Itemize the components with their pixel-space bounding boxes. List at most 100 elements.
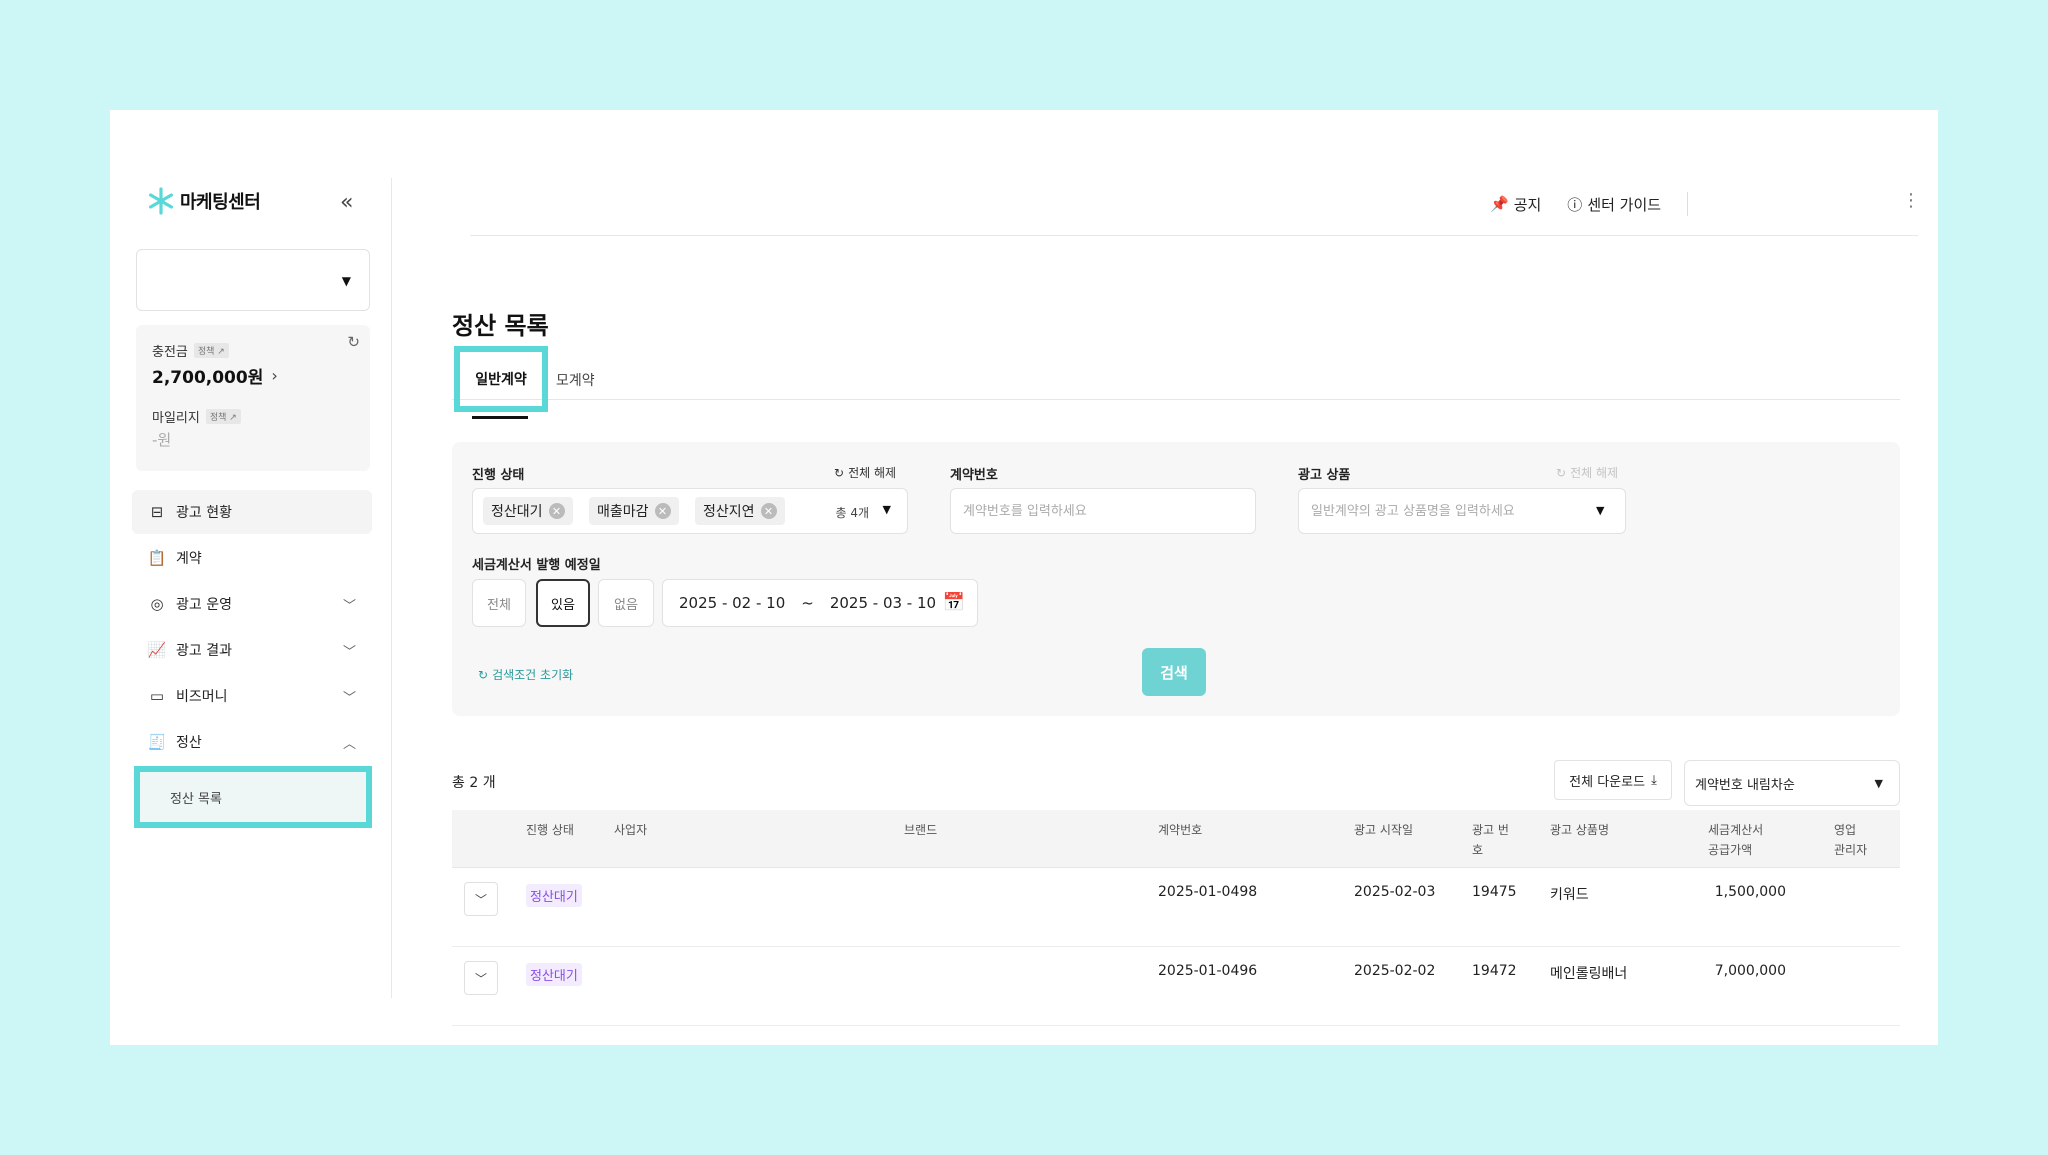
- wallet-icon: ▭: [149, 687, 165, 705]
- refresh-icon[interactable]: ↻: [347, 333, 360, 351]
- table-row[interactable]: ﹀ 정산대기 2025-01-0496 2025-02-02 19472 메인롤…: [452, 947, 1900, 1026]
- sidebar-subitem-label: 정산 목록: [170, 791, 222, 807]
- start-date-cell: 2025-02-02: [1354, 963, 1436, 979]
- collapse-sidebar-icon[interactable]: «: [340, 190, 353, 215]
- amount-cell: 1,500,000: [1714, 884, 1786, 900]
- page-title: 정산 목록: [452, 312, 549, 340]
- table-header: 진행 상태 사업자 브랜드 계약번호 광고 시작일 광고 번 호 광고 상품명 …: [452, 810, 1900, 868]
- refresh-icon: ↻: [834, 465, 845, 480]
- remove-chip-icon[interactable]: ✕: [760, 503, 777, 519]
- col-ad-no-line1: 광고 번: [1472, 823, 1509, 837]
- settlement-table: 진행 상태 사업자 브랜드 계약번호 광고 시작일 광고 번 호 광고 상품명 …: [452, 810, 1900, 1026]
- product-reset-all[interactable]: ↻ 전체 해제: [1556, 464, 1618, 481]
- chevron-right-icon: ›: [271, 366, 278, 385]
- app-window: 마케팅센터 « ▼ 충전금 정책 ↗ ↻ 2,700,000원 › 마일리지 정…: [110, 110, 1938, 1045]
- mileage-label-row: 마일리지 정책 ↗: [152, 407, 241, 426]
- col-product: 광고 상품명: [1550, 823, 1610, 837]
- chevron-down-icon: ﹀: [342, 644, 356, 660]
- calendar-icon[interactable]: 📅: [943, 592, 965, 613]
- sidebar-item-label: 정산: [176, 735, 202, 751]
- sidebar-item-ad-operation[interactable]: ◎ 광고 운영 ﹀: [132, 582, 372, 626]
- chip-label: 정산대기: [491, 504, 543, 520]
- status-filter-label: 진행 상태: [472, 468, 525, 483]
- chevron-up-icon: ︿: [342, 736, 356, 752]
- total-count: 총 2 개: [452, 775, 496, 791]
- status-badge: 정산대기: [526, 884, 582, 907]
- mileage-policy-link[interactable]: 정책 ↗: [205, 409, 241, 424]
- charge-label: 충전금: [152, 345, 188, 360]
- sidebar-item-settlement[interactable]: 🧾 정산 ︿: [132, 720, 372, 764]
- contract-no-cell: 2025-01-0498: [1158, 884, 1258, 900]
- col-status: 진행 상태: [526, 823, 574, 837]
- col-manager: 영업 관리자: [1834, 820, 1867, 860]
- wallet-card: 충전금 정책 ↗ ↻ 2,700,000원 › 마일리지 정책 ↗ -원: [136, 325, 370, 471]
- col-contract-no: 계약번호: [1158, 823, 1203, 837]
- status-reset-all[interactable]: ↻ 전체 해제: [834, 464, 896, 481]
- sort-label: 계약번호 내림차순: [1695, 777, 1795, 793]
- sidebar-item-contract[interactable]: 📋 계약: [132, 536, 372, 580]
- mileage-label: 마일리지: [152, 411, 200, 426]
- download-all-button[interactable]: 전체 다운로드 ⤓: [1554, 760, 1672, 800]
- contract-no-input[interactable]: [950, 488, 1256, 534]
- tab-parent-contract[interactable]: 모계약: [556, 370, 595, 390]
- segment-no[interactable]: 없음: [598, 579, 654, 627]
- tab-active-indicator: [472, 416, 528, 419]
- chevron-down-icon: ﹀: [342, 690, 356, 706]
- caret-down-icon: ▼: [341, 274, 351, 288]
- status-chip: 매출마감 ✕: [589, 497, 679, 525]
- product-cell: 메인롤링배너: [1550, 966, 1628, 982]
- reset-label: 전체 해제: [848, 466, 897, 480]
- col-ad-no-line2: 호: [1472, 843, 1484, 857]
- product-cell: 키워드: [1550, 887, 1589, 903]
- charge-amount-link[interactable]: 2,700,000원 ›: [152, 363, 278, 388]
- sidebar: 마케팅센터 « ▼ 충전금 정책 ↗ ↻ 2,700,000원 › 마일리지 정…: [130, 178, 392, 998]
- contract-icon: 📋: [147, 549, 167, 567]
- invoice-date-label: 세금계산서 발행 예정일: [472, 558, 601, 573]
- caret-down-icon[interactable]: ▼: [883, 503, 891, 516]
- download-label: 전체 다운로드: [1569, 774, 1646, 790]
- search-button[interactable]: 검색: [1142, 648, 1206, 696]
- tab-bar: 일반계약 모계약: [452, 346, 1900, 419]
- status-badge: 정산대기: [526, 963, 582, 986]
- date-to: 2025 - 03 - 10: [829, 594, 937, 612]
- sidebar-item-label: 광고 현황: [176, 505, 232, 521]
- brand-title: 마케팅센터: [180, 192, 261, 213]
- reset-search-link[interactable]: ↻ 검색조건 초기화: [478, 666, 573, 683]
- product-input[interactable]: [1298, 488, 1626, 534]
- remove-chip-icon[interactable]: ✕: [548, 503, 565, 519]
- filter-panel: 진행 상태 ↻ 전체 해제 정산대기 ✕ 매출마감 ✕ 정산지연 ✕ 총 4개: [452, 442, 1900, 716]
- tab-label: 일반계약: [475, 372, 527, 388]
- reset-label: 전체 해제: [1570, 466, 1619, 480]
- sort-select[interactable]: 계약번호 내림차순 ▼: [1684, 760, 1900, 806]
- chevron-down-icon: ﹀: [342, 598, 356, 614]
- sidebar-item-label: 비즈머니: [176, 689, 228, 705]
- contract-no-cell: 2025-01-0496: [1158, 963, 1258, 979]
- product-label: 광고 상품: [1298, 468, 1351, 483]
- amount-cell: 7,000,000: [1714, 963, 1786, 979]
- tab-general-contract[interactable]: 일반계약: [454, 346, 548, 412]
- ad-no-cell: 19475: [1472, 884, 1517, 900]
- caret-down-icon: ▼: [1874, 777, 1883, 790]
- chevron-down-icon[interactable]: ﹀: [464, 882, 498, 916]
- chip-count: 총 4개: [835, 506, 869, 520]
- col-business: 사업자: [614, 823, 648, 837]
- sidebar-subitem-settlement-list[interactable]: 정산 목록: [134, 766, 372, 828]
- ad-no-cell: 19472: [1472, 963, 1517, 979]
- status-multiselect[interactable]: 정산대기 ✕ 매출마감 ✕ 정산지연 ✕ 총 4개 ▼: [472, 488, 908, 534]
- brand[interactable]: 마케팅센터: [146, 186, 261, 216]
- segment-all[interactable]: 전체: [472, 579, 526, 627]
- sidebar-item-bizmoney[interactable]: ▭ 비즈머니 ﹀: [132, 674, 372, 718]
- chevron-down-icon[interactable]: ﹀: [464, 961, 498, 995]
- table-row[interactable]: ﹀ 정산대기 2025-01-0498 2025-02-03 19475 키워드…: [452, 868, 1900, 947]
- remove-chip-icon[interactable]: ✕: [654, 503, 671, 519]
- caret-down-icon[interactable]: ▼: [1596, 504, 1604, 517]
- date-range-input[interactable]: 2025 - 02 - 10 ~ 2025 - 03 - 10 📅: [662, 579, 978, 627]
- download-icon: ⤓: [1651, 772, 1657, 788]
- account-select[interactable]: ▼: [136, 249, 370, 311]
- sidebar-item-ad-result[interactable]: 📈 광고 결과 ﹀: [132, 628, 372, 672]
- col-invoice-line1: 세금계산서: [1708, 823, 1764, 837]
- sidebar-item-ad-status[interactable]: ⊟ 광고 현황: [132, 490, 372, 534]
- charge-policy-link[interactable]: 정책 ↗: [193, 343, 229, 358]
- refresh-icon: ↻: [1556, 465, 1567, 480]
- segment-yes[interactable]: 있음: [536, 579, 590, 627]
